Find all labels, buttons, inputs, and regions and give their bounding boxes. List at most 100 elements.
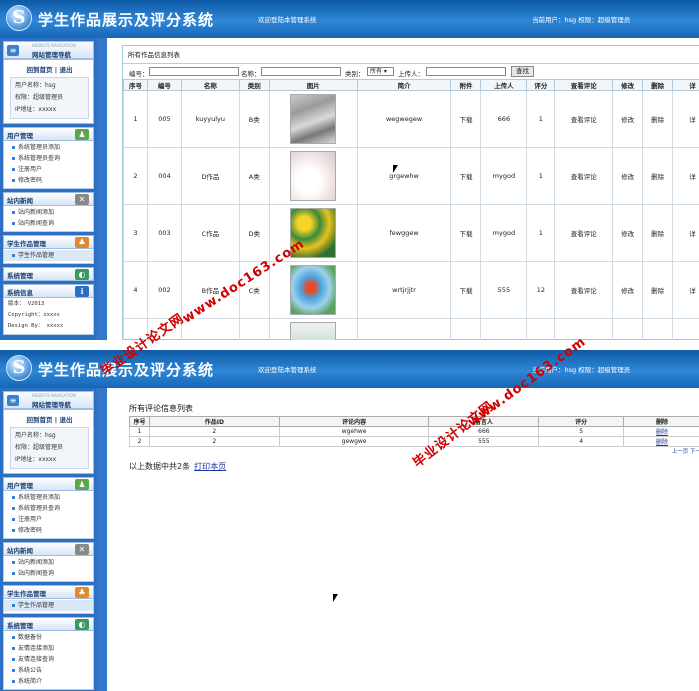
category-value: 所有 — [370, 68, 383, 75]
section-system[interactable]: 系统管理 ◐ — [3, 267, 94, 281]
artwork-thumbnail[interactable] — [290, 265, 337, 315]
sidebar-scroll-strip[interactable] — [97, 38, 107, 340]
cell-category: B类 — [238, 90, 270, 148]
edit-link[interactable]: 修改 — [612, 147, 644, 205]
menu-item-system-intro[interactable]: 系统简介 — [4, 676, 93, 687]
menu-item-change-password[interactable]: 修改密码 — [4, 175, 93, 186]
search-button[interactable]: 查找 — [511, 66, 534, 77]
cell-empty — [554, 318, 614, 340]
col-view-comments: 查看评论 — [554, 79, 614, 91]
cell-empty — [480, 318, 528, 340]
menu-item-admin-query[interactable]: 系统管理员查询 — [4, 153, 93, 164]
delete-link[interactable]: 删除 — [642, 90, 674, 148]
home-logout-links[interactable]: 回到首页 | 退出 — [10, 412, 89, 427]
menu-item-registered-users[interactable]: 注册用户 — [4, 164, 93, 175]
edit-link[interactable]: 修改 — [612, 261, 644, 319]
uploader-input[interactable] — [426, 67, 506, 76]
menu-item-registered-users[interactable]: 注册用户 — [4, 514, 93, 525]
col-delete: 删除 — [642, 79, 674, 91]
table-row: 2 2 gewgwe 555 4 删除 — [129, 436, 699, 447]
cell-intro: wrtjrjjtr — [356, 261, 452, 319]
user-ip: IP地址：xxxxx — [15, 456, 57, 463]
name-input[interactable] — [261, 67, 341, 76]
download-link[interactable]: 下载 — [450, 147, 482, 205]
section-system[interactable]: 系统管理 ◐ — [3, 617, 94, 631]
menu-item-link-add[interactable]: 友情连接添加 — [4, 643, 93, 654]
screenshot-works-list: S 学生作品展示及评分系统 欢迎登陆本管理系统 当前用户：hsg 权限：超级管理… — [0, 0, 699, 340]
section-works[interactable]: 学生作品管理 ♣ — [3, 585, 94, 599]
section-title: 系统信息 — [7, 289, 33, 297]
col-file: 附件 — [450, 79, 482, 91]
view-comments-link[interactable]: 查看评论 — [554, 204, 614, 262]
detail-link[interactable]: 详 — [672, 261, 699, 319]
cell-content: wgehwe — [278, 426, 430, 437]
view-comments-link[interactable]: 查看评论 — [554, 90, 614, 148]
section-user-management[interactable]: 用户管理 ♟ — [3, 127, 94, 141]
category-select[interactable]: 所有 ▾ — [367, 67, 394, 76]
download-link[interactable]: 下载 — [450, 261, 482, 319]
home-logout-links[interactable]: 回到首页 | 退出 — [10, 62, 89, 77]
artwork-thumbnail[interactable] — [290, 94, 337, 144]
edit-link[interactable]: 修改 — [612, 90, 644, 148]
works-table-title: 所有作品信息列表 — [123, 46, 699, 64]
detail-link[interactable]: 详 — [672, 204, 699, 262]
section-news[interactable]: 站内新闻 ✕ — [3, 542, 94, 556]
col-work-id: 作品ID — [148, 416, 280, 427]
menu-item-change-password[interactable]: 修改密码 — [4, 525, 93, 536]
globe-icon: ◐ — [75, 269, 89, 280]
cell-score: 1 — [526, 204, 556, 262]
delete-link[interactable]: 删除 — [656, 429, 668, 436]
user-name: 用户名称：hsg — [15, 82, 56, 89]
delete-link[interactable]: 删除 — [642, 204, 674, 262]
menu-item-announcement[interactable]: 系统公告 — [4, 665, 93, 676]
mouse-cursor-icon — [393, 165, 398, 173]
menu-item-link-query[interactable]: 友情连接查询 — [4, 654, 93, 665]
menu-item-news-query[interactable]: 站内新闻查询 — [4, 218, 93, 229]
welcome-text: 欢迎登陆本管理系统 — [258, 366, 317, 374]
menu-item-admin-add[interactable]: 系统管理员添加 — [4, 142, 93, 153]
artwork-thumbnail[interactable] — [290, 322, 337, 340]
detail-link[interactable]: 详 — [672, 90, 699, 148]
section-user-management[interactable]: 用户管理 ♟ — [3, 477, 94, 491]
sidebar-scroll-strip[interactable] — [97, 388, 107, 691]
user-name: 用户名称：hsg — [15, 432, 56, 439]
artwork-thumbnail[interactable] — [290, 151, 337, 201]
section-title: 系统管理 — [7, 272, 33, 280]
cell-delete: 删除 — [623, 436, 699, 447]
delete-link[interactable]: 删除 — [656, 439, 668, 446]
menu-item-news-add[interactable]: 站内新闻添加 — [4, 207, 93, 218]
version-text: 版本： V2013 — [8, 301, 45, 307]
section-system-info[interactable]: 系统信息 ℹ — [3, 284, 94, 298]
no-input[interactable] — [149, 67, 239, 76]
download-link[interactable]: 下载 — [450, 90, 482, 148]
detail-link[interactable]: 详 — [672, 147, 699, 205]
download-link[interactable]: 下载 — [450, 204, 482, 262]
view-comments-link[interactable]: 查看评论 — [554, 261, 614, 319]
edit-link[interactable]: 修改 — [612, 204, 644, 262]
section-title: 用户管理 — [7, 132, 33, 140]
menu-item-admin-add[interactable]: 系统管理员添加 — [4, 492, 93, 503]
sidebar: ≡ WEBSITE NAVIGATION 网站管理导航 回到首页 | 退出 用户… — [0, 388, 97, 691]
menu-item-data-backup[interactable]: 数据备份 — [4, 632, 93, 643]
section-works[interactable]: 学生作品管理 ♣ — [3, 235, 94, 249]
section-title: 学生作品管理 — [7, 590, 46, 598]
summary-text: 以上数据中共2条 — [129, 462, 191, 471]
cell-name: D作品 — [180, 147, 240, 205]
section-news[interactable]: 站内新闻 ✕ — [3, 192, 94, 206]
col-seq: 序号 — [123, 79, 148, 91]
menu-item-admin-query[interactable]: 系统管理员查询 — [4, 503, 93, 514]
user-role: 权限：超级管理员 — [15, 444, 64, 451]
group-icon: ♣ — [75, 237, 89, 248]
delete-link[interactable]: 删除 — [642, 261, 674, 319]
screenshot-reviews-list: S 学生作品展示及评分系统 欢迎登陆本管理系统 当前用户：hsg 权限：超级管理… — [0, 350, 699, 691]
menu-item-works-management[interactable]: 学生作品管理 — [4, 250, 93, 261]
delete-link[interactable]: 删除 — [642, 147, 674, 205]
section-title: 学生作品管理 — [7, 240, 46, 248]
menu-item-works-management[interactable]: 学生作品管理 — [4, 600, 93, 611]
print-page-link[interactable]: 打印本页 — [194, 462, 226, 471]
cell-seq: 4 — [123, 261, 148, 319]
view-comments-link[interactable]: 查看评论 — [554, 147, 614, 205]
menu-item-news-query[interactable]: 站内新闻查询 — [4, 568, 93, 579]
top-banner: S 学生作品展示及评分系统 欢迎登陆本管理系统 当前用户：hsg 权限：超级管理… — [0, 0, 699, 38]
menu-item-news-add[interactable]: 站内新闻添加 — [4, 557, 93, 568]
